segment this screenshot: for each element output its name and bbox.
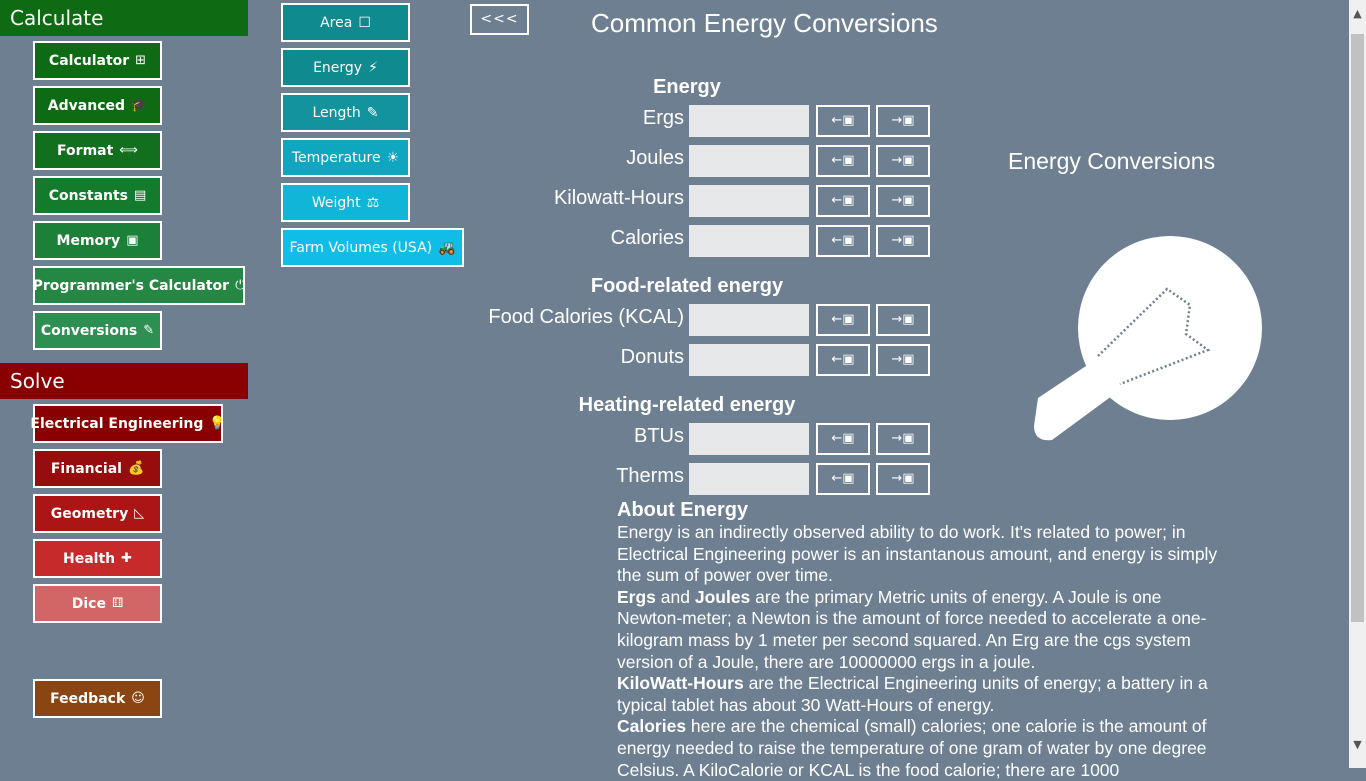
row-btus-input[interactable] <box>689 423 809 455</box>
tab-energy[interactable]: Energy ⚡ <box>281 48 410 87</box>
tab-area-label: Area <box>320 14 353 31</box>
calculator-icon: ⊞ <box>135 53 147 68</box>
scrollbar-thumb[interactable] <box>1351 34 1364 622</box>
row-joules-label: Joules <box>626 147 684 169</box>
row-therms-input[interactable] <box>689 463 809 495</box>
row-btus-label: BTUs <box>634 425 684 447</box>
page-title: Common Energy Conversions <box>591 8 938 38</box>
row-btus-convert-to-button[interactable]: →▣ <box>876 423 930 455</box>
row-donuts-input[interactable] <box>689 344 809 376</box>
row-food-calories-kcal-label: Food Calories (KCAL) <box>488 306 684 328</box>
about-section: About Energy Energy is an indirectly obs… <box>617 498 1227 781</box>
section-heading: Heating-related energy <box>578 394 796 416</box>
sidebar-item-programmer-s-calculator-label: Programmer's Calculator <box>32 277 230 294</box>
square-icon: ☐ <box>358 14 371 31</box>
row-calories-convert-to-button[interactable]: →▣ <box>876 225 930 257</box>
scroll-up-arrow-icon[interactable]: ▲ <box>1349 4 1366 24</box>
tab-energy-label: Energy <box>313 59 363 76</box>
dice-icon: ⚅ <box>111 596 124 611</box>
row-food-calories-kcal-convert-from-button[interactable]: ←▣ <box>816 304 870 336</box>
chip-icon: ⏻ <box>235 278 246 293</box>
feedback-label: Feedback <box>50 690 126 707</box>
row-donuts-convert-from-button[interactable]: ←▣ <box>816 344 870 376</box>
row-kilowatt-hours-input[interactable] <box>689 185 809 217</box>
health-icon: ✚ <box>121 551 133 566</box>
about-paragraph: KiloWatt-Hours are the Electrical Engine… <box>617 673 1208 715</box>
sidebar-item-dice[interactable]: Dice ⚅ <box>33 584 162 623</box>
section-heading: Food-related energy <box>590 275 784 297</box>
row-therms-convert-from-button[interactable]: ←▣ <box>816 463 870 495</box>
lightning-icon: ⚡ <box>368 59 378 76</box>
row-btus-convert-from-button[interactable]: ←▣ <box>816 423 870 455</box>
row-calories-label: Calories <box>610 227 684 249</box>
row-kilowatt-hours-convert-from-button[interactable]: ←▣ <box>816 185 870 217</box>
row-calories-input[interactable] <box>689 225 809 257</box>
row-kilowatt-hours-convert-to-button[interactable]: →▣ <box>876 185 930 217</box>
row-food-calories-kcal-input[interactable] <box>689 304 809 336</box>
scroll-down-arrow-icon[interactable]: ▼ <box>1349 735 1366 755</box>
row-kilowatt-hours-label: Kilowatt-Hours <box>553 187 684 209</box>
row-joules-convert-to-button[interactable]: →▣ <box>876 145 930 177</box>
tab-area[interactable]: Area ☐ <box>281 3 410 42</box>
feedback-button[interactable]: Feedback ☺ <box>33 679 162 718</box>
row-ergs-input[interactable] <box>689 105 809 137</box>
row-donuts-label: Donuts <box>620 346 684 368</box>
lightbulb-icon <box>1020 232 1270 447</box>
row-ergs-convert-from-button[interactable]: ←▣ <box>816 105 870 137</box>
row-therms-label: Therms <box>616 465 684 487</box>
row-joules-input[interactable] <box>689 145 809 177</box>
about-heading: About Energy <box>617 499 749 521</box>
person-icon: ☺ <box>131 691 145 706</box>
sidebar-item-programmer-s-calculator[interactable]: Programmer's Calculator ⏻ <box>33 266 245 305</box>
aside-title: Energy Conversions <box>1008 148 1216 174</box>
row-food-calories-kcal-convert-to-button[interactable]: →▣ <box>876 304 930 336</box>
row-therms-convert-to-button[interactable]: →▣ <box>876 463 930 495</box>
back-button[interactable]: <<< <box>470 4 529 35</box>
sidebar-item-calculator-label: Calculator <box>48 52 130 69</box>
row-ergs-convert-to-button[interactable]: →▣ <box>876 105 930 137</box>
sidebar-item-geometry-label: Geometry <box>50 505 129 522</box>
row-donuts-convert-to-button[interactable]: →▣ <box>876 344 930 376</box>
sidebar-item-health-label: Health <box>62 550 116 567</box>
about-paragraph: Calories here are the chemical (small) c… <box>617 716 1207 780</box>
sidebar-item-dice-label: Dice <box>71 595 106 612</box>
row-joules-convert-from-button[interactable]: ←▣ <box>816 145 870 177</box>
sidebar-item-geometry[interactable]: Geometry ◺ <box>33 494 162 533</box>
sidebar-item-calculator[interactable]: Calculator ⊞ <box>33 41 162 80</box>
row-ergs-label: Ergs <box>642 107 684 129</box>
triangle-ruler-icon: ◺ <box>134 506 145 521</box>
about-paragraph: Ergs and Joules are the primary Metric u… <box>617 586 1207 672</box>
row-calories-convert-from-button[interactable]: ←▣ <box>816 225 870 257</box>
calculate-header: Calculate <box>0 0 248 36</box>
about-paragraph: Energy is an indirectly observed ability… <box>617 522 1218 586</box>
section-heading: Energy <box>653 76 721 98</box>
sidebar-item-health[interactable]: Health ✚ <box>33 539 162 578</box>
